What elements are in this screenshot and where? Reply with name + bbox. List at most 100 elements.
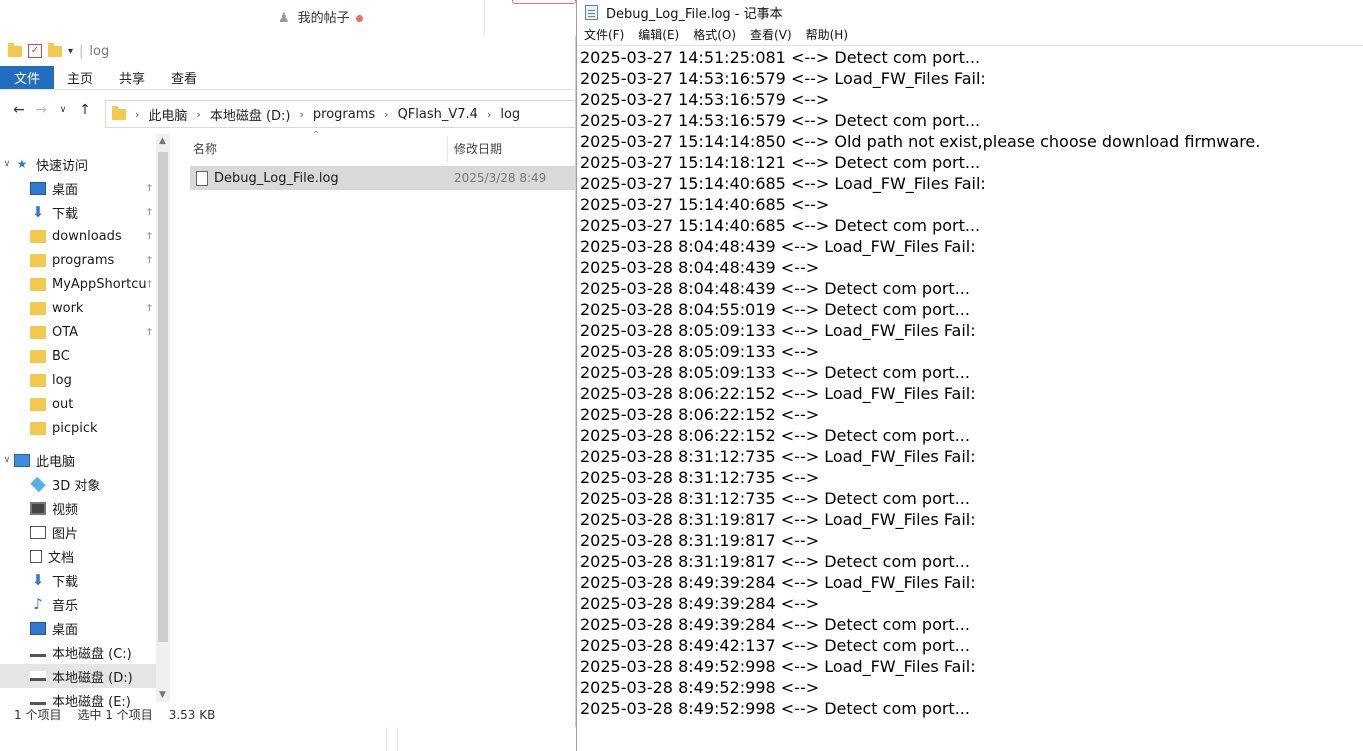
- sidebar-item[interactable]: OTA †: [0, 320, 156, 344]
- sidebar-item[interactable]: log: [0, 368, 156, 392]
- menu-view[interactable]: 查看(V): [743, 26, 799, 43]
- pin-icon[interactable]: †: [147, 255, 152, 266]
- sidebar-item[interactable]: 图片: [0, 520, 156, 544]
- menu-format[interactable]: 格式(O): [686, 26, 743, 43]
- address-bar[interactable]: › 此电脑 › 本地磁盘 (D:) › programs › QFlash_V7…: [105, 100, 575, 128]
- breadcrumb-chevron-icon[interactable]: ›: [196, 108, 200, 121]
- log-line: 2025-03-28 8:04:48:439 <-->: [580, 258, 820, 277]
- breadcrumb-this-pc[interactable]: 此电脑: [148, 105, 187, 124]
- pin-icon[interactable]: †: [147, 207, 152, 218]
- sidebar-item[interactable]: MyAppShortcu †: [0, 272, 156, 296]
- log-line: 2025-03-28 8:05:09:133 <--> Detect com p…: [580, 363, 970, 382]
- forward-arrow-icon[interactable]: →: [30, 102, 52, 118]
- column-divider[interactable]: [447, 136, 448, 162]
- sidebar-item[interactable]: ♪ 音乐: [0, 592, 156, 616]
- selected-count: 选中 1 个项目: [77, 708, 153, 722]
- pin-icon[interactable]: †: [147, 303, 152, 314]
- video-icon: [30, 501, 46, 515]
- notepad-window: Debug_Log_File.log - 记事本 文件(F) 编辑(E) 格式(…: [576, 0, 1363, 751]
- sidebar-item[interactable]: ⬇ 下载 †: [0, 200, 156, 224]
- folder-icon: [30, 421, 46, 435]
- sidebar-item[interactable]: downloads †: [0, 224, 156, 248]
- my-posts-label: 我的帖子: [297, 11, 350, 26]
- breadcrumb-qflash[interactable]: QFlash_V7.4: [398, 107, 478, 122]
- my-posts-link[interactable]: ♟ 我的帖子: [278, 7, 363, 26]
- nav-pane-scrollbar[interactable]: ▲ ▼: [156, 134, 170, 702]
- menu-help[interactable]: 帮助(H): [799, 26, 855, 43]
- log-line: 2025-03-27 14:53:16:579 <--> Load_FW_Fil…: [580, 69, 986, 88]
- sidebar-item[interactable]: BC: [0, 344, 156, 368]
- sidebar-item-label: 文档: [48, 550, 75, 566]
- log-line: 2025-03-28 8:04:48:439 <--> Load_FW_File…: [580, 237, 976, 256]
- breadcrumb-programs[interactable]: programs: [313, 107, 375, 122]
- sidebar-item[interactable]: work †: [0, 296, 156, 320]
- new-folder-icon[interactable]: [48, 42, 62, 57]
- quick-access-label: 快速访问: [36, 158, 89, 174]
- download-icon: ⬇: [31, 570, 45, 589]
- quick-access-toolbar-dropdown-icon[interactable]: ▾: [68, 46, 73, 57]
- expand-chevron-icon[interactable]: ∨: [0, 159, 14, 169]
- log-line: 2025-03-28 8:49:39:284 <--> Load_FW_File…: [580, 573, 976, 592]
- scroll-up-icon[interactable]: ▲: [159, 136, 166, 146]
- log-line: 2025-03-27 14:51:25:081 <--> Detect com …: [580, 48, 981, 67]
- sidebar-item[interactable]: 桌面: [0, 616, 156, 640]
- scrollbar-thumb[interactable]: [158, 152, 168, 642]
- music-icon: ♪: [33, 594, 43, 613]
- sidebar-item[interactable]: out: [0, 392, 156, 416]
- properties-icon[interactable]: ✓: [28, 44, 42, 58]
- notepad-text-area[interactable]: 2025-03-27 14:51:25:081 <--> Detect com …: [580, 47, 1363, 751]
- this-pc-node[interactable]: ∨ 此电脑: [0, 448, 156, 472]
- sidebar-item[interactable]: 本地磁盘 (C:): [0, 640, 156, 664]
- expand-chevron-icon[interactable]: ∨: [0, 455, 14, 465]
- breadcrumb-chevron-icon[interactable]: ›: [300, 108, 304, 121]
- sidebar-item[interactable]: 文档: [0, 544, 156, 568]
- sidebar-item[interactable]: 3D 对象: [0, 472, 156, 496]
- up-arrow-icon[interactable]: ↑: [74, 102, 96, 118]
- back-arrow-icon[interactable]: ←: [8, 102, 30, 118]
- pin-icon[interactable]: †: [147, 231, 152, 242]
- notification-dot: [355, 15, 363, 22]
- log-line: 2025-03-28 8:49:42:137 <--> Detect com p…: [580, 636, 970, 655]
- recent-locations-chevron-icon[interactable]: ∨: [52, 105, 74, 115]
- quick-access-node[interactable]: ∨ ★ 快速访问: [0, 152, 156, 176]
- selected-size: 3.53 KB: [168, 707, 216, 722]
- file-row[interactable]: Debug_Log_File.log 2025/3/28 8:49: [190, 166, 575, 190]
- breadcrumb-log[interactable]: log: [500, 107, 520, 122]
- download-icon: ⬇: [31, 202, 45, 221]
- scroll-down-icon[interactable]: ▼: [159, 690, 166, 700]
- menu-edit[interactable]: 编辑(E): [631, 26, 686, 43]
- breadcrumb-chevron-icon[interactable]: ›: [384, 108, 388, 121]
- folder-icon: [30, 229, 46, 243]
- breadcrumb-chevron-icon[interactable]: ›: [487, 108, 491, 121]
- sidebar-item[interactable]: ⬇ 下载: [0, 568, 156, 592]
- explorer-titlebar: ✓ ▾ | log: [0, 36, 575, 66]
- sidebar-item[interactable]: 视频: [0, 496, 156, 520]
- tab-file[interactable]: 文件: [0, 66, 55, 89]
- sidebar-item-label: programs: [52, 252, 115, 268]
- tab-share[interactable]: 共享: [106, 66, 158, 89]
- tab-view[interactable]: 查看: [158, 66, 210, 89]
- folder-icon: [30, 253, 46, 267]
- sidebar-item[interactable]: picpick: [0, 416, 156, 440]
- menu-file[interactable]: 文件(F): [577, 26, 631, 43]
- pin-icon[interactable]: †: [147, 327, 152, 338]
- ribbon-tabs: 文件 主页 共享 查看: [0, 66, 575, 90]
- log-line: 2025-03-28 8:04:48:439 <--> Detect com p…: [580, 279, 970, 298]
- pin-icon[interactable]: †: [147, 183, 152, 194]
- column-header-name[interactable]: 名称: [193, 140, 217, 157]
- sidebar-item-label: 音乐: [52, 598, 79, 614]
- breadcrumb-drive-d[interactable]: 本地磁盘 (D:): [210, 105, 291, 124]
- sidebar-item[interactable]: 桌面 †: [0, 176, 156, 200]
- log-line: 2025-03-27 15:14:40:685 <--> Load_FW_Fil…: [580, 174, 986, 193]
- sidebar-item[interactable]: 本地磁盘 (D:): [0, 664, 156, 688]
- pin-icon[interactable]: †: [147, 279, 152, 290]
- log-line: 2025-03-28 8:06:22:152 <-->: [580, 405, 820, 424]
- background-browser-header: ♟ 我的帖子: [0, 0, 576, 36]
- tab-home[interactable]: 主页: [54, 66, 106, 89]
- breadcrumb-chevron-icon[interactable]: ›: [135, 108, 139, 121]
- log-line: 2025-03-28 8:31:19:817 <--> Detect com p…: [580, 552, 970, 571]
- column-header-modified[interactable]: 修改日期: [454, 140, 502, 157]
- sidebar-item[interactable]: programs †: [0, 248, 156, 272]
- log-line: 2025-03-28 8:49:52:998 <--> Load_FW_File…: [580, 657, 976, 676]
- pictures-icon: [30, 525, 46, 539]
